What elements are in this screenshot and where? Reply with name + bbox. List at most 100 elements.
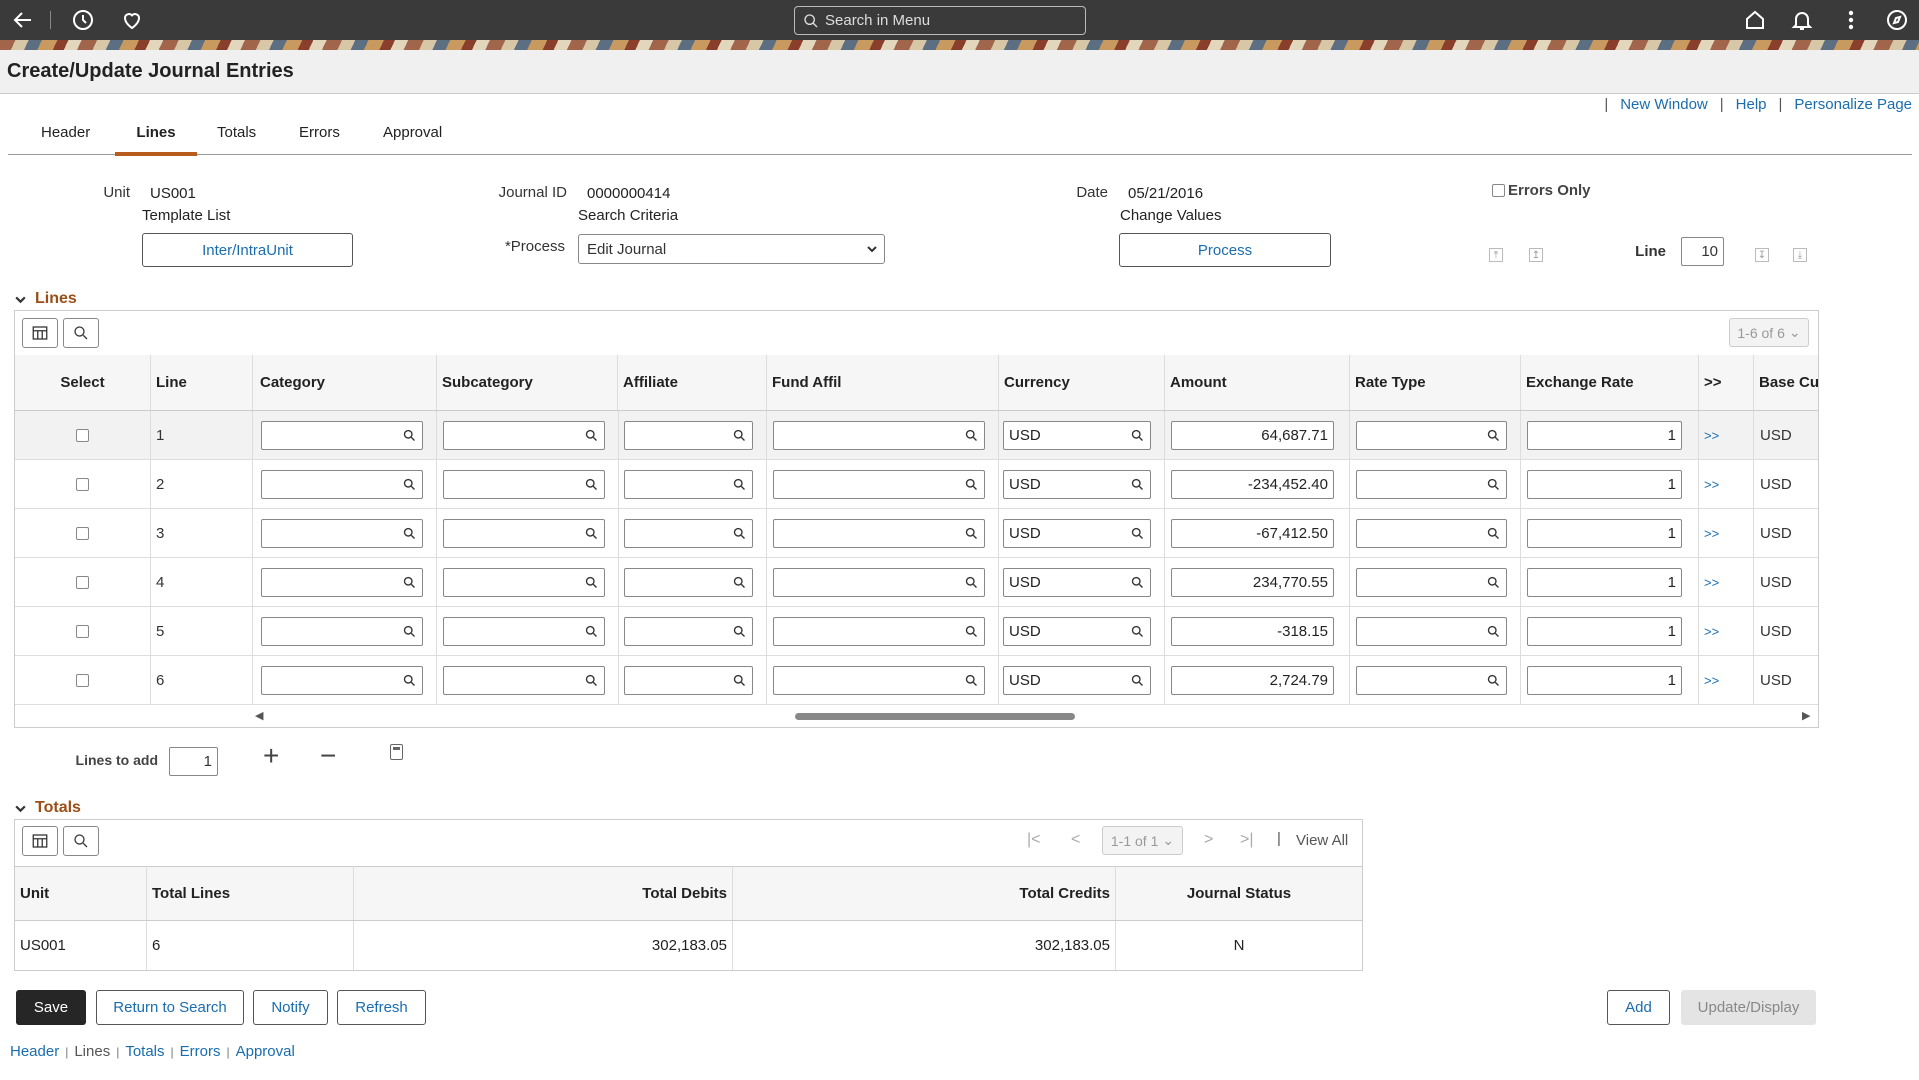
bottom-link-totals[interactable]: Totals [125, 1043, 164, 1060]
rate-type-lookup-input[interactable] [1356, 617, 1507, 646]
first-line-icon[interactable]: ⤒ [1489, 248, 1503, 262]
bottom-link-approval[interactable]: Approval [236, 1043, 295, 1060]
rate-type-lookup-input[interactable] [1356, 666, 1507, 695]
exchange-rate-input[interactable]: 1 [1527, 470, 1682, 499]
category-lookup-input[interactable] [261, 568, 423, 597]
rate-type-lookup-input[interactable] [1356, 421, 1507, 450]
affiliate-lookup-input[interactable] [624, 421, 753, 450]
currency-input[interactable]: USD [1003, 470, 1151, 499]
rate-type-lookup-input[interactable] [1356, 519, 1507, 548]
tab-totals[interactable]: Totals [217, 124, 256, 152]
row-select-checkbox[interactable] [76, 429, 89, 442]
more-details-link[interactable]: >> [1699, 607, 1754, 656]
personalize-page-link[interactable]: Personalize Page [1794, 96, 1912, 113]
return-to-search-button[interactable]: Return to Search [96, 990, 244, 1025]
amount-input[interactable]: 64,687.71 [1171, 421, 1334, 450]
rate-type-lookup-input[interactable] [1356, 470, 1507, 499]
next-line-icon[interactable]: ↧ [1755, 248, 1769, 262]
save-button[interactable]: Save [16, 990, 86, 1025]
currency-input[interactable]: USD [1003, 519, 1151, 548]
totals-section-header[interactable]: Totals [14, 799, 81, 817]
process-button[interactable]: Process [1119, 233, 1331, 267]
errors-only-checkbox[interactable] [1492, 184, 1505, 197]
more-details-link[interactable]: >> [1699, 411, 1754, 460]
fund-affil-lookup-input[interactable] [773, 421, 985, 450]
affiliate-lookup-input[interactable] [624, 519, 753, 548]
row-select-checkbox[interactable] [76, 527, 89, 540]
bottom-link-errors[interactable]: Errors [180, 1043, 221, 1060]
scroll-left-icon[interactable]: ◀ [255, 709, 263, 722]
category-lookup-input[interactable] [261, 617, 423, 646]
exchange-rate-input[interactable]: 1 [1527, 421, 1682, 450]
scroll-right-icon[interactable]: ▶ [1802, 709, 1810, 722]
fund-affil-lookup-input[interactable] [773, 666, 985, 695]
view-all-link[interactable]: View All [1296, 832, 1348, 849]
navbar-compass-icon[interactable] [1880, 0, 1914, 40]
amount-input[interactable]: 234,770.55 [1171, 568, 1334, 597]
row-select-checkbox[interactable] [76, 674, 89, 687]
notify-button[interactable]: Notify [253, 990, 328, 1025]
rate-type-lookup-input[interactable] [1356, 568, 1507, 597]
category-lookup-input[interactable] [261, 421, 423, 450]
actions-menu-icon[interactable] [1834, 0, 1868, 40]
inter-intraunit-button[interactable]: Inter/IntraUnit [142, 233, 353, 267]
previous-line-icon[interactable]: ↥ [1529, 248, 1543, 262]
add-button[interactable]: Add [1607, 990, 1670, 1025]
more-details-link[interactable]: >> [1699, 558, 1754, 607]
menu-search-input[interactable]: Search in Menu [794, 6, 1086, 35]
category-lookup-input[interactable] [261, 519, 423, 548]
currency-input[interactable]: USD [1003, 666, 1151, 695]
tab-lines[interactable]: Lines [115, 124, 197, 156]
previous-page-icon[interactable]: < [1071, 831, 1080, 849]
search-criteria-link[interactable]: Search Criteria [578, 207, 678, 224]
subcategory-lookup-input[interactable] [443, 568, 605, 597]
personalize-totals-grid-button[interactable] [22, 826, 58, 856]
find-in-totals-button[interactable] [63, 826, 99, 856]
amount-input[interactable]: -234,452.40 [1171, 470, 1334, 499]
row-select-checkbox[interactable] [76, 625, 89, 638]
subcategory-lookup-input[interactable] [443, 666, 605, 695]
fund-affil-lookup-input[interactable] [773, 617, 985, 646]
first-page-icon[interactable]: |< [1027, 831, 1041, 849]
more-details-link[interactable]: >> [1699, 460, 1754, 509]
currency-input[interactable]: USD [1003, 421, 1151, 450]
amount-input[interactable]: 2,724.79 [1171, 666, 1334, 695]
back-arrow-icon[interactable] [6, 0, 40, 40]
currency-input[interactable]: USD [1003, 568, 1151, 597]
notifications-bell-icon[interactable] [1785, 0, 1819, 40]
home-icon[interactable] [1738, 0, 1772, 40]
currency-input[interactable]: USD [1003, 617, 1151, 646]
amount-input[interactable]: -67,412.50 [1171, 519, 1334, 548]
calculator-icon[interactable] [390, 744, 403, 760]
scrollbar-thumb[interactable] [795, 713, 1075, 720]
line-input[interactable]: 10 [1681, 237, 1724, 266]
history-icon[interactable] [66, 0, 100, 40]
lines-section-header[interactable]: Lines [14, 290, 77, 308]
affiliate-lookup-input[interactable] [624, 617, 753, 646]
exchange-rate-input[interactable]: 1 [1527, 519, 1682, 548]
template-list-link[interactable]: Template List [142, 207, 230, 224]
bottom-link-header[interactable]: Header [10, 1043, 59, 1060]
category-lookup-input[interactable] [261, 470, 423, 499]
fund-affil-lookup-input[interactable] [773, 568, 985, 597]
subcategory-lookup-input[interactable] [443, 519, 605, 548]
tab-errors[interactable]: Errors [299, 124, 340, 152]
category-lookup-input[interactable] [261, 666, 423, 695]
new-window-link[interactable]: New Window [1620, 96, 1708, 113]
tab-approval[interactable]: Approval [383, 124, 442, 152]
process-select[interactable]: Edit Journal [578, 234, 885, 264]
last-line-icon[interactable]: ⤓ [1793, 248, 1807, 262]
tab-header[interactable]: Header [41, 124, 90, 152]
exchange-rate-input[interactable]: 1 [1527, 568, 1682, 597]
subcategory-lookup-input[interactable] [443, 617, 605, 646]
row-select-checkbox[interactable] [76, 576, 89, 589]
horizontal-scrollbar[interactable]: ◀ ▶ [15, 705, 1818, 727]
more-details-link[interactable]: >> [1699, 509, 1754, 558]
subcategory-lookup-input[interactable] [443, 421, 605, 450]
lines-pager-select[interactable]: 1-6 of 6 ⌄ [1729, 318, 1809, 347]
add-lines-plus-icon[interactable]: + [263, 740, 279, 772]
next-page-icon[interactable]: > [1204, 831, 1213, 849]
subcategory-lookup-input[interactable] [443, 470, 605, 499]
affiliate-lookup-input[interactable] [624, 568, 753, 597]
journal-status-link[interactable]: N [1116, 921, 1362, 970]
